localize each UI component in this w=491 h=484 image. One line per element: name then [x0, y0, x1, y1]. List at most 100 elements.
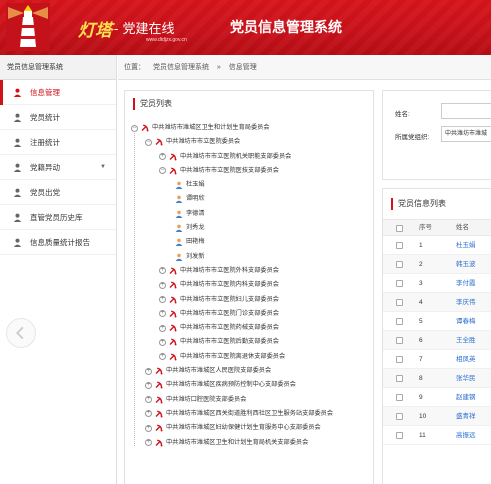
row-checkbox[interactable]: [396, 375, 403, 382]
expand-icon[interactable]: +: [159, 267, 166, 275]
row-checkbox[interactable]: [396, 242, 403, 249]
party-emblem-icon: [155, 424, 163, 433]
sidebar-item-1[interactable]: 信息管理: [0, 80, 116, 105]
tree-node-label: 中共潍坊市市立医院内科支部委员会: [180, 281, 279, 289]
tree-node-org[interactable]: − 中共潍坊市市立医院委员会: [125, 135, 373, 149]
table-row[interactable]: 10 盛青祥: [383, 407, 491, 426]
tree-node-org[interactable]: + 中共潍坊市潍城区卫生和计划生育局机关支部委员会: [125, 436, 373, 450]
name-input[interactable]: [441, 103, 491, 119]
expand-icon[interactable]: +: [159, 324, 166, 332]
select-all-checkbox[interactable]: [396, 225, 403, 232]
member-name-link[interactable]: 盛青祥: [456, 407, 476, 426]
tree-node-org[interactable]: − 中共潍坊市潍城区卫生和计划生育局委员会: [125, 121, 373, 135]
tree-node-org[interactable]: + 中共潍坊市潍城区妇幼保健计划生育服务中心支部委员会: [125, 421, 373, 435]
table-row[interactable]: 6 王全胜: [383, 331, 491, 350]
chevron-left-icon[interactable]: [6, 318, 36, 348]
table-row[interactable]: 7 相凤英: [383, 350, 491, 369]
table-row[interactable]: 5 谭春梅: [383, 312, 491, 331]
row-checkbox[interactable]: [396, 299, 403, 306]
table-row[interactable]: 4 李庆伟: [383, 293, 491, 312]
expand-icon[interactable]: +: [145, 424, 152, 432]
expand-icon[interactable]: +: [145, 410, 152, 418]
sidebar-item-6[interactable]: 直管党员历史库: [0, 205, 116, 230]
member-name-link[interactable]: 韩玉波: [456, 255, 476, 274]
tree-node-org[interactable]: + 中共潍坊市市立医院内科支部委员会: [125, 278, 373, 292]
expand-icon[interactable]: +: [145, 367, 152, 375]
member-name-link[interactable]: 谭春梅: [456, 312, 476, 331]
row-checkbox[interactable]: [396, 394, 403, 401]
row-seq: 9: [419, 394, 423, 401]
sidebar-title: 党员信息管理系统: [0, 55, 116, 80]
tree-node-label: 中共潍坊市市立医院外科支部委员会: [180, 266, 279, 274]
sidebar-item-2[interactable]: 党员统计: [0, 105, 116, 130]
exit-icon: [13, 188, 22, 197]
member-name-link[interactable]: 张华民: [456, 369, 476, 388]
row-checkbox[interactable]: [396, 261, 403, 268]
party-emblem-icon: [169, 281, 177, 290]
sidebar-item-4[interactable]: 党籍异动 ▼: [0, 155, 116, 180]
tree-node-member[interactable]: 刘发新: [125, 250, 373, 264]
tree-node-org[interactable]: + 中共潍坊市市立医院后勤支部委员会: [125, 335, 373, 349]
table-row[interactable]: 2 韩玉波: [383, 255, 491, 274]
sidebar-item-5[interactable]: 党员出党: [0, 180, 116, 205]
tree-node-member[interactable]: 杜玉娟: [125, 178, 373, 192]
row-checkbox[interactable]: [396, 318, 403, 325]
tree-node-org[interactable]: + 中共潍坊市市立医院外科支部委员会: [125, 264, 373, 278]
expand-icon[interactable]: +: [159, 310, 166, 318]
party-emblem-icon: [155, 395, 163, 404]
tree-node-label: 中共潍坊市潍城区西关街道胜利西社区卫生服务站支部委员会: [166, 409, 334, 417]
member-name-link[interactable]: 相凤英: [456, 350, 476, 369]
member-name-link[interactable]: 高振远: [456, 426, 476, 445]
member-name-link[interactable]: 王全胜: [456, 331, 476, 350]
tree-node-org[interactable]: + 中共潍坊市市立医院机关职能支部委员会: [125, 150, 373, 164]
tree-node-org[interactable]: + 中共潍坊市潍城区西关街道胜利西社区卫生服务站支部委员会: [125, 407, 373, 421]
org-label: 所属党组织:: [395, 134, 430, 141]
row-checkbox[interactable]: [396, 356, 403, 363]
member-name-link[interactable]: 杜玉娟: [456, 236, 476, 255]
tree-node-org[interactable]: + 中共潍坊市市立医院药械支部委员会: [125, 321, 373, 335]
tree-node-org[interactable]: + 中共潍坊市市立医院妇儿支部委员会: [125, 293, 373, 307]
tree-node-org[interactable]: + 中共潍坊市潍城区疾病预防控制中心支部委员会: [125, 378, 373, 392]
table-row[interactable]: 11 高振远: [383, 426, 491, 445]
collapse-icon[interactable]: −: [145, 138, 152, 146]
row-checkbox[interactable]: [396, 280, 403, 287]
expand-icon[interactable]: +: [145, 396, 152, 404]
expand-icon[interactable]: +: [159, 281, 166, 289]
tree-node-org[interactable]: + 中共潍坊市市立医院离退休支部委员会: [125, 350, 373, 364]
tree-node-org[interactable]: − 中共潍坊市市立医院医技支部委员会: [125, 164, 373, 178]
row-checkbox[interactable]: [396, 337, 403, 344]
tree-node-org[interactable]: + 中共潍坊市市立医院门诊支部委员会: [125, 307, 373, 321]
expand-icon[interactable]: +: [145, 381, 152, 389]
party-emblem-icon: [169, 295, 177, 304]
table-row[interactable]: 8 张华民: [383, 369, 491, 388]
party-emblem-icon: [155, 409, 163, 418]
tree-node-member[interactable]: 谭明欣: [125, 192, 373, 206]
tree-node-member[interactable]: 李德清: [125, 207, 373, 221]
sidebar-item-label: 党员统计: [30, 113, 60, 122]
member-name-link[interactable]: 李付霞: [456, 274, 476, 293]
member-name-link[interactable]: 赵建钢: [456, 388, 476, 407]
collapse-icon[interactable]: −: [159, 167, 166, 175]
sidebar-item-label: 信息质量统计报告: [30, 238, 90, 247]
tree-node-label: 中共潍坊市市立医院医技支部委员会: [180, 166, 279, 174]
tree-node-member[interactable]: 刘秀龙: [125, 221, 373, 235]
member-name-link[interactable]: 李庆伟: [456, 293, 476, 312]
breadcrumb-system[interactable]: 党员信息管理系统: [153, 64, 209, 71]
table-row[interactable]: 9 赵建钢: [383, 388, 491, 407]
expand-icon[interactable]: +: [159, 153, 166, 161]
expand-icon[interactable]: +: [159, 296, 166, 304]
row-checkbox[interactable]: [396, 432, 403, 439]
sidebar-item-7[interactable]: 信息质量统计报告: [0, 230, 116, 255]
sidebar-item-3[interactable]: 注册统计: [0, 130, 116, 155]
tree-node-member[interactable]: 田艳梅: [125, 235, 373, 249]
org-input[interactable]: 中共潍坊市潍城: [441, 126, 491, 142]
row-checkbox[interactable]: [396, 413, 403, 420]
table-row[interactable]: 3 李付霞: [383, 274, 491, 293]
caret-down-icon: ▼: [100, 164, 106, 170]
tree-node-org[interactable]: + 中共潍坊市潍城区人民医院支部委员会: [125, 364, 373, 378]
expand-icon[interactable]: +: [159, 338, 166, 346]
expand-icon[interactable]: +: [159, 353, 166, 361]
table-row[interactable]: 1 杜玉娟: [383, 236, 491, 255]
tree-node-org[interactable]: + 中共潍坊口腔医院支部委员会: [125, 393, 373, 407]
expand-icon[interactable]: +: [145, 439, 152, 447]
